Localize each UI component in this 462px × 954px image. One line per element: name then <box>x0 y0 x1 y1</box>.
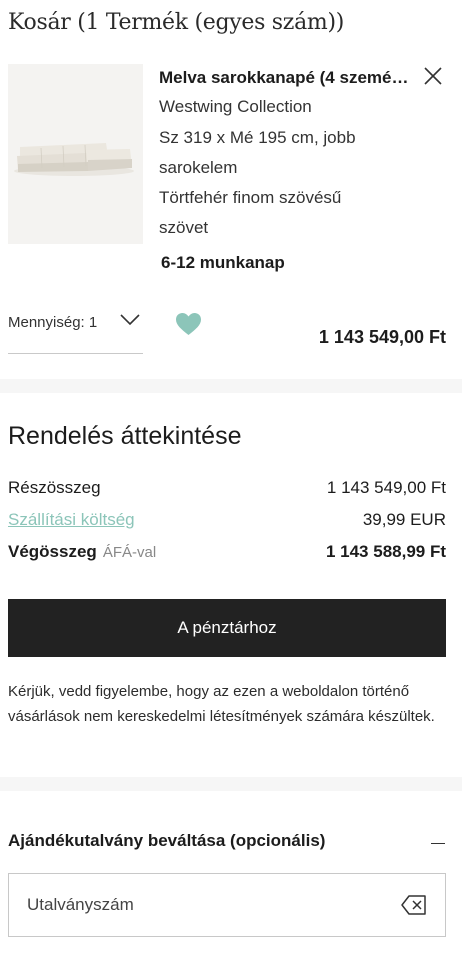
chevron-down-icon <box>120 314 140 326</box>
corner-sofa-image <box>14 143 134 176</box>
product-price: 1 143 549,00 Ft <box>318 327 446 347</box>
product-image[interactable] <box>8 64 143 244</box>
wishlist-button[interactable] <box>175 312 202 341</box>
collapse-minus-icon[interactable] <box>431 843 445 844</box>
delivery-time: 6-12 munkanap <box>161 253 285 272</box>
voucher-input[interactable] <box>27 874 387 936</box>
product-name[interactable]: Melva sarokkanapé (4 személyes) <box>159 68 409 88</box>
close-icon <box>424 67 442 85</box>
gift-voucher-title[interactable]: Ajándékutalvány beváltása (opcionális) <box>8 831 325 851</box>
product-brand: Westwing Collection <box>159 97 312 116</box>
section-divider <box>0 379 462 393</box>
shipping-cost-link[interactable]: Szállítási költség <box>8 510 135 530</box>
section-divider <box>0 777 462 791</box>
product-dimensions: Sz 319 x Mé 195 cm, jobb <box>159 128 356 147</box>
subtotal-value: 1 143 549,00 Ft <box>326 478 446 497</box>
total-row-label: Végösszeg ÁFÁ-val <box>8 542 156 562</box>
voucher-field[interactable] <box>8 873 446 937</box>
remove-item-button[interactable] <box>422 65 444 87</box>
subtotal-label: Részösszeg <box>8 478 101 497</box>
cart-title: Kosár (1 Termék (egyes szám)) <box>8 10 345 35</box>
product-dimensions-cont: sarokelem <box>159 158 238 177</box>
heart-icon <box>176 313 201 335</box>
checkout-button[interactable]: A pénztárhoz <box>8 599 446 657</box>
quantity-label: Mennyiség: 1 <box>8 314 98 331</box>
purchase-notice: Kérjük, vedd figyelembe, hogy az ezen a … <box>8 683 435 725</box>
shipping-cost-value: 39,99 EUR <box>362 510 446 529</box>
total-label: Végösszeg <box>8 542 97 561</box>
total-value: 1 143 588,99 Ft <box>325 542 446 561</box>
quantity-select[interactable]: Mennyiség: 1 <box>8 310 143 354</box>
product-material: Törtfehér finom szövésű <box>159 188 342 207</box>
backspace-icon[interactable] <box>401 894 427 916</box>
vat-label: ÁFÁ-val <box>102 544 157 561</box>
product-material-cont: szövet <box>159 218 209 237</box>
summary-title: Rendelés áttekintése <box>8 422 242 450</box>
